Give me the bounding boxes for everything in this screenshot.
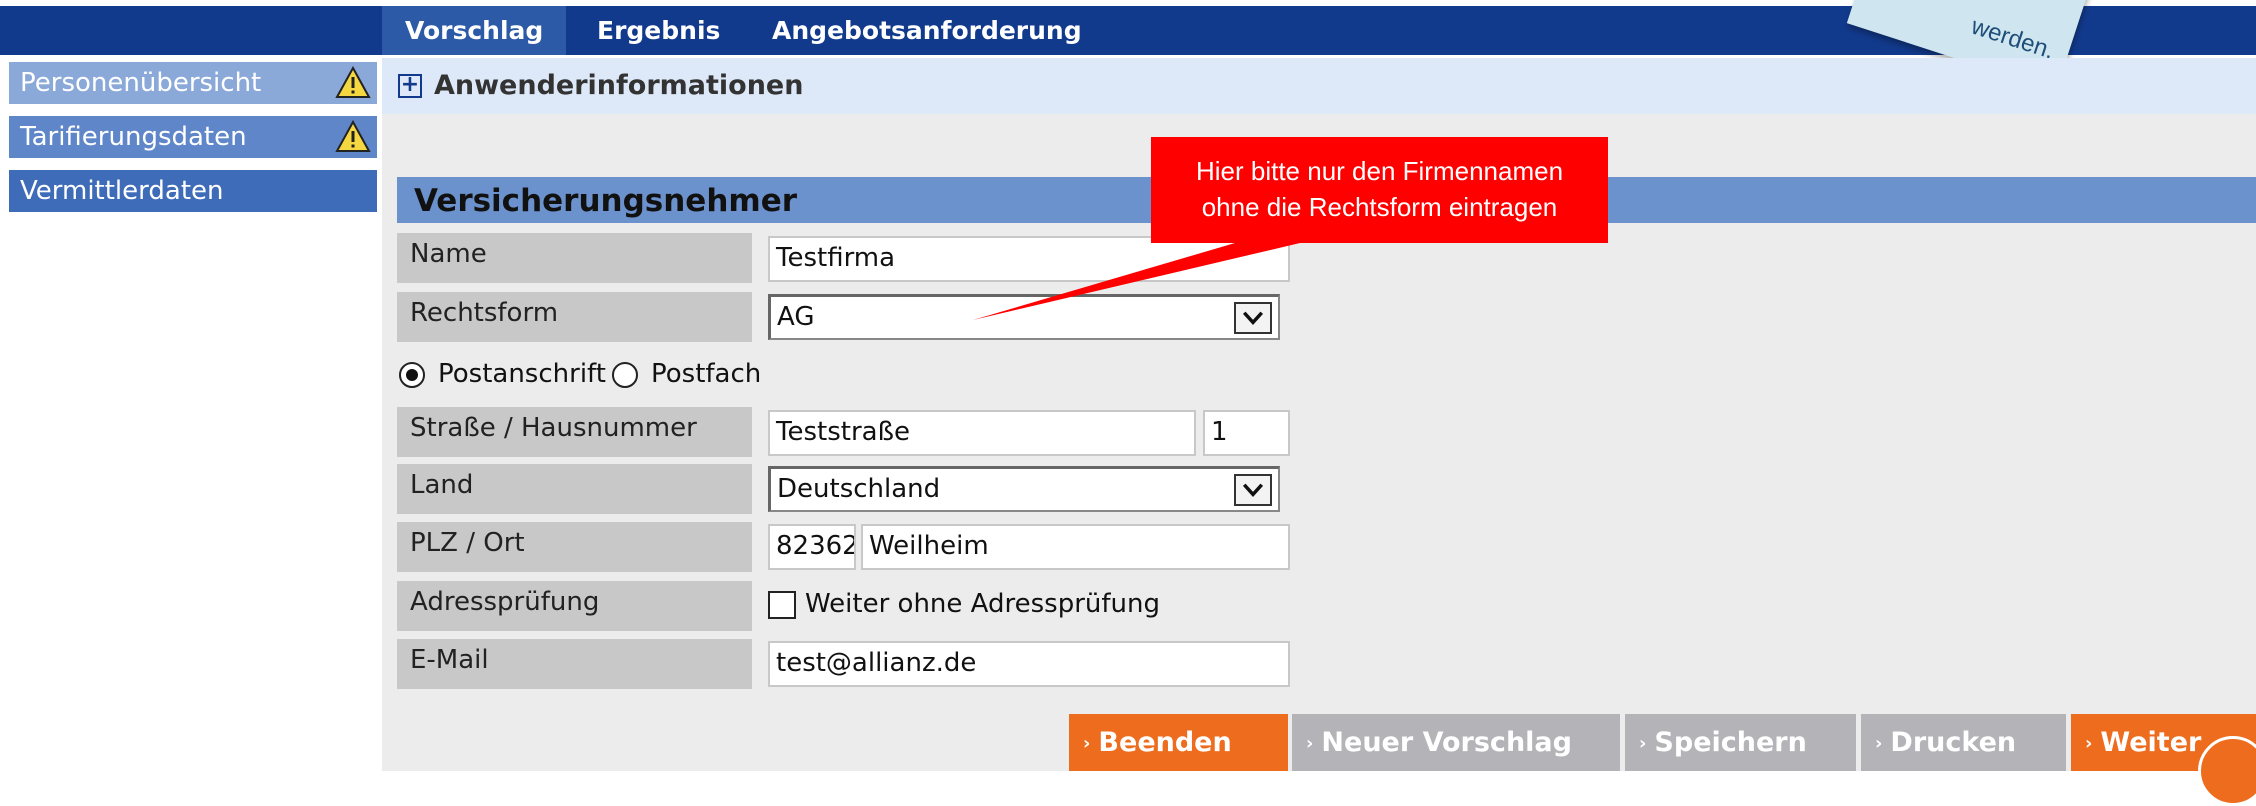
button-label: Speichern bbox=[1654, 727, 1807, 758]
button-label: Drucken bbox=[1890, 727, 2017, 758]
rechtsform-select[interactable]: AG bbox=[768, 294, 1280, 340]
callout-line-2: ohne die Rechtsform eintragen bbox=[1201, 192, 1558, 222]
plz-input[interactable]: 82362 bbox=[768, 524, 856, 570]
sidebar-item-label: Personenübersicht bbox=[20, 68, 262, 98]
chevron-right-icon: › bbox=[1875, 733, 1883, 754]
name-label: Name bbox=[397, 233, 752, 283]
land-label: Land bbox=[397, 464, 752, 514]
email-input[interactable]: test@allianz.de bbox=[768, 641, 1290, 687]
tab-ergebnis[interactable]: Ergebnis bbox=[574, 6, 743, 55]
postfach-label: Postfach bbox=[651, 359, 762, 389]
warning-icon bbox=[335, 120, 371, 152]
speichern-button[interactable]: › Speichern bbox=[1625, 714, 1856, 771]
country-value: Deutschland bbox=[777, 474, 941, 504]
housenumber-input[interactable]: 1 bbox=[1203, 410, 1290, 456]
postfach-radio[interactable] bbox=[612, 362, 638, 388]
city-input[interactable]: Weilheim bbox=[861, 524, 1290, 570]
postanschrift-label: Postanschrift bbox=[438, 359, 606, 389]
neuer-vorschlag-button[interactable]: › Neuer Vorschlag bbox=[1292, 714, 1620, 771]
street-input[interactable]: Teststraße bbox=[768, 410, 1196, 456]
warning-icon bbox=[335, 66, 371, 98]
tab-vorschlag[interactable]: Vorschlag bbox=[382, 6, 567, 55]
rechtsform-label: Rechtsform bbox=[397, 292, 752, 342]
sidebar-item-personenuebersicht[interactable]: Personenübersicht bbox=[9, 62, 377, 104]
email-label: E-Mail bbox=[397, 639, 752, 689]
adresspruefung-label: Adressprüfung bbox=[397, 581, 752, 631]
chevron-down-icon[interactable] bbox=[1234, 474, 1272, 506]
expand-plus-icon[interactable]: + bbox=[398, 74, 422, 98]
callout-line-1: Hier bitte nur den Firmennamen bbox=[1195, 156, 1564, 186]
sidebar-item-vermittlerdaten[interactable]: Vermittlerdaten bbox=[9, 170, 377, 212]
sidebar-item-label: Vermittlerdaten bbox=[20, 176, 224, 206]
beenden-button[interactable]: › Beenden bbox=[1069, 714, 1288, 771]
rechtsform-value: AG bbox=[777, 302, 815, 332]
chevron-right-icon: › bbox=[1639, 733, 1647, 754]
tab-angebotsanforderung[interactable]: Angebotsanforderung bbox=[749, 6, 1105, 55]
radio-selected-dot bbox=[406, 369, 418, 381]
button-label: Weiter bbox=[2100, 727, 2202, 758]
button-label: Beenden bbox=[1098, 727, 1232, 758]
sidebar-item-tarifierungsdaten[interactable]: Tarifierungsdaten bbox=[9, 116, 377, 158]
button-label: Neuer Vorschlag bbox=[1321, 727, 1572, 758]
chevron-right-icon: › bbox=[2085, 733, 2093, 754]
skip-address-check-checkbox[interactable] bbox=[768, 591, 796, 619]
anwenderinformationen-panel[interactable]: + Anwenderinformationen bbox=[382, 58, 2256, 114]
plz-ort-label: PLZ / Ort bbox=[397, 522, 752, 572]
chevron-right-icon: › bbox=[1083, 733, 1091, 754]
annotation-callout: Hier bitte nur den Firmennamen ohne die … bbox=[1151, 137, 1608, 243]
chevron-down-icon[interactable] bbox=[1234, 302, 1272, 334]
panel-title: Anwenderinformationen bbox=[434, 70, 804, 101]
skip-address-check-label: Weiter ohne Adressprüfung bbox=[805, 589, 1160, 619]
sidebar-item-label: Tarifierungsdaten bbox=[20, 122, 247, 152]
postanschrift-radio[interactable] bbox=[399, 362, 425, 388]
strasse-label: Straße / Hausnummer bbox=[397, 407, 752, 457]
drucken-button[interactable]: › Drucken bbox=[1861, 714, 2066, 771]
country-select[interactable]: Deutschland bbox=[768, 466, 1280, 512]
cursor-icon bbox=[2198, 736, 2256, 806]
chevron-right-icon: › bbox=[1306, 733, 1314, 754]
section-title: Versicherungsnehmer bbox=[414, 183, 798, 219]
